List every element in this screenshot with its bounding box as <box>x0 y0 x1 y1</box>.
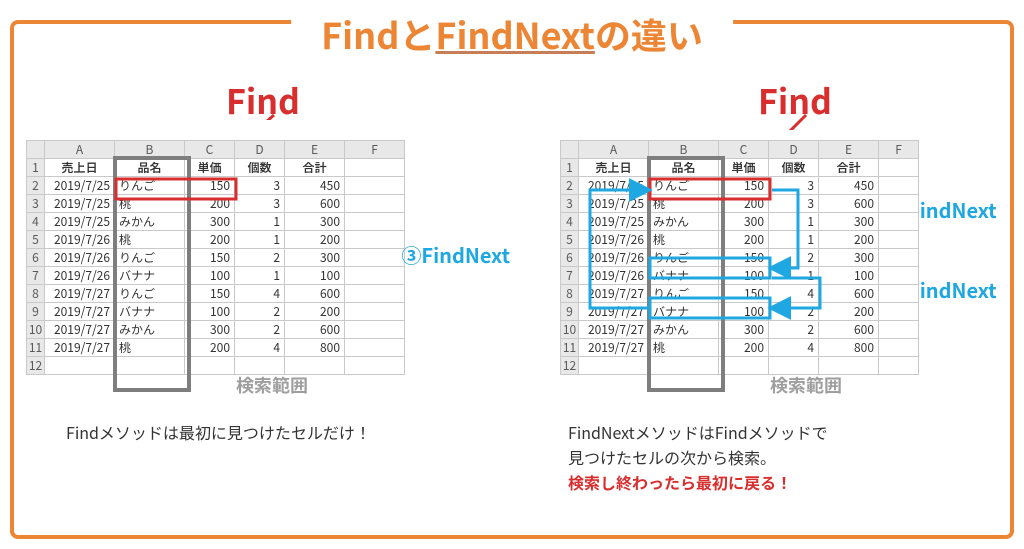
hdr-qty: 個数 <box>235 159 285 177</box>
label-fn3: ③FindNext <box>401 240 510 269</box>
label-search-range-left: 検索範囲 <box>236 372 308 398</box>
hdr-total: 合計 <box>285 159 345 177</box>
hdr-price: 単価 <box>185 159 235 177</box>
excel-grid-right: A B C D E F 1売上日品名単価個数合計 22019/7/25りんご15… <box>560 140 919 375</box>
title: FindとFindNextの違い <box>291 8 733 60</box>
col-A: A <box>45 141 115 159</box>
col-E: E <box>285 141 345 159</box>
caption-right-b: 見つけたセルの次から検索。 <box>568 445 776 469</box>
title-prefix: Findと <box>321 8 435 60</box>
title-suffix: の違い <box>595 8 703 60</box>
col-C: C <box>185 141 235 159</box>
col-B: B <box>115 141 185 159</box>
caption-right: FindNextメソッドはFindメソッドで 見つけたセルの次から検索。 検索し… <box>568 420 828 494</box>
caption-right-c: 検索し終わったら最初に戻る！ <box>568 470 792 494</box>
col-F: F <box>345 141 405 159</box>
caption-right-a: FindNextメソッドはFindメソッドで <box>568 420 828 444</box>
excel-table-right: A B C D E F 1売上日品名単価個数合計 22019/7/25りんご15… <box>560 140 919 375</box>
title-underlined: FindNext <box>435 8 594 60</box>
excel-grid-left: A B C D E F 1 売上日 品名 単価 個数 合計 22019/7/25… <box>26 140 405 375</box>
label-find-left: Find <box>226 75 300 124</box>
col-D: D <box>235 141 285 159</box>
diagram-stage: FindとFindNextの違い Find A B C D E F 1 売上日 … <box>0 0 1024 549</box>
excel-table-left: A B C D E F 1 売上日 品名 単価 個数 合計 22019/7/25… <box>26 140 405 375</box>
hdr-name: 品名 <box>115 159 185 177</box>
hdr-date: 売上日 <box>45 159 115 177</box>
label-search-range-right: 検索範囲 <box>770 372 842 398</box>
label-find-right: Find <box>758 75 832 124</box>
caption-left: Findメソッドは最初に見つけたセルだけ！ <box>66 420 371 445</box>
